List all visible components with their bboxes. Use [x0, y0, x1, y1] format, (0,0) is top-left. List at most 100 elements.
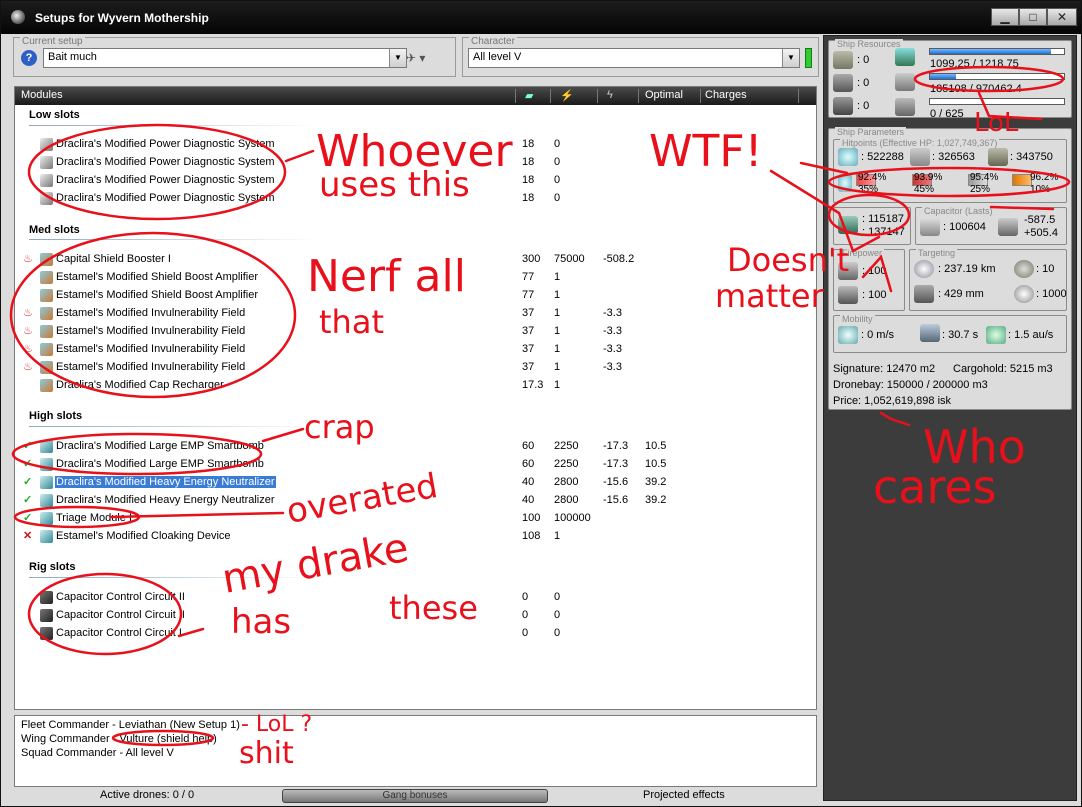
minimize-button[interactable]: ▁ [991, 8, 1019, 26]
capacitor-column-icon[interactable]: ϟ [607, 89, 613, 101]
module-name[interactable]: Estamel's Modified Shield Boost Amplifie… [56, 271, 258, 283]
module-row[interactable]: ✓ Draclira's Modified Heavy Energy Neutra… [15, 492, 816, 510]
module-name[interactable]: Estamel's Modified Invulnerability Field [56, 361, 245, 373]
module-row[interactable]: ♨ Estamel's Modified Invulnerability Fiel… [15, 305, 816, 323]
cpu-column-icon[interactable]: ▰ [525, 89, 533, 102]
module-row[interactable]: ✓ Draclira's Modified Heavy Energy Neutra… [15, 474, 816, 492]
module-stat-c4: 10.5 [645, 458, 667, 470]
module-row[interactable]: Estamel's Modified Shield Boost Amplifie… [15, 269, 816, 287]
module-name[interactable]: Draclira's Modified Power Diagnostic Sys… [56, 138, 275, 150]
module-row[interactable]: Capacitor Control Circuit I 0 0 [15, 625, 816, 643]
module-name[interactable]: Draclira's Modified Power Diagnostic Sys… [56, 156, 275, 168]
help-icon[interactable]: ? [21, 50, 37, 66]
charges-column-header[interactable]: Charges [705, 89, 747, 101]
module-name[interactable]: Draclira's Modified Heavy Energy Neutral… [56, 494, 275, 506]
chevron-down-icon[interactable]: ▼ [782, 49, 799, 67]
optimal-column-header[interactable]: Optimal [645, 89, 683, 101]
module-name[interactable]: Estamel's Modified Invulnerability Field [56, 343, 245, 355]
modules-list[interactable]: Modules ▰ ⚡ ϟ Optimal Charges Low slots … [14, 86, 817, 710]
module-stat-c1: 40 [522, 494, 535, 506]
module-name[interactable]: Estamel's Modified Cloaking Device [56, 530, 231, 542]
module-stat-c2: 100000 [554, 512, 591, 524]
module-stat-c2: 0 [554, 138, 561, 150]
state-icon[interactable] [23, 156, 35, 168]
module-row[interactable]: ♨ Estamel's Modified Invulnerability Fiel… [15, 359, 816, 377]
module-name[interactable]: Estamel's Modified Invulnerability Field [56, 325, 245, 337]
capacitor-recharge: +505.4 [1024, 227, 1058, 239]
module-name[interactable]: Draclira's Modified Heavy Energy Neutral… [55, 476, 276, 488]
module-row[interactable]: Draclira's Modified Power Diagnostic Sys… [15, 172, 816, 190]
active-check-icon[interactable]: ✓ [23, 512, 35, 524]
module-name[interactable]: Capital Shield Booster I [56, 253, 171, 265]
chevron-down-icon[interactable]: ▼ [389, 49, 406, 67]
module-row[interactable]: Estamel's Modified Shield Boost Amplifie… [15, 287, 816, 305]
ship-resources-legend: Ship Resources [835, 39, 903, 49]
align-time: : 30.7 s [942, 329, 979, 341]
close-button[interactable]: ✕ [1047, 8, 1077, 26]
setup-select-value: Bait much [48, 51, 97, 63]
overheat-icon[interactable]: ♨ [23, 361, 35, 373]
fleet-commander-text[interactable]: Fleet Commander - Leviathan (New Setup 1… [21, 719, 240, 731]
squad-commander-text[interactable]: Squad Commander - All level V [21, 747, 174, 759]
state-icon[interactable] [23, 271, 35, 283]
module-stat-c3: -15.6 [603, 476, 629, 488]
state-icon[interactable] [23, 379, 35, 391]
state-icon[interactable] [23, 591, 35, 603]
character-select[interactable]: All level V ▼ [468, 48, 800, 68]
module-row[interactable]: Capacitor Control Circuit II 0 0 [15, 607, 816, 625]
module-name[interactable]: Estamel's Modified Shield Boost Amplifie… [56, 289, 258, 301]
module-stat-c1: 37 [522, 325, 535, 337]
projected-effects-button[interactable]: Projected effects [643, 789, 725, 801]
module-row[interactable]: Draclira's Modified Power Diagnostic Sys… [15, 136, 816, 154]
ship-menu-icon[interactable]: ✈ ▾ [406, 51, 436, 65]
module-name[interactable]: Draclira's Modified Large EMP Smartbomb [56, 458, 264, 470]
wing-commander-text[interactable]: Wing Commander - Vulture (shield help) [21, 733, 217, 745]
module-row[interactable]: Capacitor Control Circuit II 0 0 [15, 589, 816, 607]
module-row[interactable]: ♨ Estamel's Modified Invulnerability Fiel… [15, 341, 816, 359]
active-check-icon[interactable]: ✓ [23, 440, 35, 452]
module-row[interactable]: ✕ Estamel's Modified Cloaking Device 108 1 [15, 528, 816, 546]
offline-x-icon[interactable]: ✕ [23, 530, 35, 542]
module-name[interactable]: Capacitor Control Circuit I [56, 627, 182, 639]
module-icon [40, 379, 53, 392]
module-row[interactable]: ✓ Triage Module I 100 100000 [15, 510, 816, 528]
state-icon[interactable] [23, 192, 35, 204]
module-name[interactable]: Capacitor Control Circuit II [56, 609, 185, 621]
module-row[interactable]: Draclira's Modified Cap Recharger 17.3 1 [15, 377, 816, 395]
module-name[interactable]: Draclira's Modified Cap Recharger [56, 379, 224, 391]
module-row[interactable]: Draclira's Modified Power Diagnostic Sys… [15, 190, 816, 208]
state-icon[interactable] [23, 627, 35, 639]
module-icon [40, 609, 53, 622]
overheat-icon[interactable]: ♨ [23, 253, 35, 265]
overheat-icon[interactable]: ♨ [23, 325, 35, 337]
state-icon[interactable] [23, 609, 35, 621]
module-name[interactable]: Draclira's Modified Large EMP Smartbomb [56, 440, 264, 452]
module-row[interactable]: ✓ Draclira's Modified Large EMP Smartbomb… [15, 438, 816, 456]
active-check-icon[interactable]: ✓ [23, 476, 35, 488]
module-name[interactable]: Estamel's Modified Invulnerability Field [56, 307, 245, 319]
module-row[interactable]: ♨ Estamel's Modified Invulnerability Fiel… [15, 323, 816, 341]
modules-list-header: Modules ▰ ⚡ ϟ Optimal Charges [15, 87, 816, 105]
low-slots-heading: Low slots [29, 109, 80, 121]
module-name[interactable]: Capacitor Control Circuit II [56, 591, 185, 603]
overheat-icon[interactable]: ♨ [23, 343, 35, 355]
maximize-button[interactable]: □ [1019, 8, 1047, 26]
state-icon[interactable] [23, 138, 35, 150]
state-icon[interactable] [23, 289, 35, 301]
active-check-icon[interactable]: ✓ [23, 494, 35, 506]
overheat-icon[interactable]: ♨ [23, 307, 35, 319]
module-name[interactable]: Draclira's Modified Power Diagnostic Sys… [56, 174, 275, 186]
powergrid-column-icon[interactable]: ⚡ [560, 89, 574, 102]
module-row[interactable]: ✓ Draclira's Modified Large EMP Smartbomb… [15, 456, 816, 474]
fleet-panel[interactable]: Fleet Commander - Leviathan (New Setup 1… [14, 715, 817, 787]
gang-bonuses-button[interactable]: Gang bonuses [282, 789, 548, 803]
module-row[interactable]: ♨ Capital Shield Booster I 300 75000 -508.2 [15, 251, 816, 269]
active-check-icon[interactable]: ✓ [23, 458, 35, 470]
module-row[interactable]: Draclira's Modified Power Diagnostic Sys… [15, 154, 816, 172]
setup-select[interactable]: Bait much ▼ [43, 48, 407, 68]
state-icon[interactable] [23, 174, 35, 186]
modules-column-header[interactable]: Modules [21, 89, 63, 101]
module-name[interactable]: Draclira's Modified Power Diagnostic Sys… [56, 192, 275, 204]
module-name[interactable]: Triage Module I [56, 512, 132, 524]
title-bar[interactable]: Setups for Wyvern Mothership ▁ □ ✕ [1, 1, 1081, 34]
